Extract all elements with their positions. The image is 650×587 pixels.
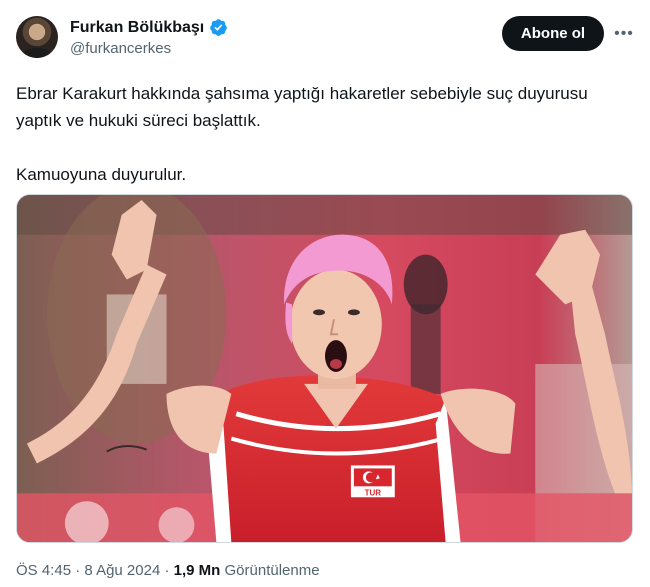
more-options-icon[interactable]: ••• <box>612 22 636 46</box>
tweet-meta: ÖS 4:45 · 8 Ağu 2024 · 1,9 Mn Görüntülen… <box>16 562 320 579</box>
author-handle[interactable]: @furkancerkes <box>70 40 171 57</box>
follow-button[interactable]: Abone ol <box>502 16 604 51</box>
photo-illustration: TUR <box>17 195 632 542</box>
verified-badge-icon <box>210 19 228 36</box>
avatar-shirt <box>22 48 52 58</box>
tweet-paragraph: Ebrar Karakurt hakkında şahsıma yaptığı … <box>16 84 588 130</box>
tweet-paragraph: Kamuoyuna duyurulur. <box>16 165 187 184</box>
jersey-text: TUR <box>365 488 382 497</box>
author-display-name[interactable]: Furkan Bölükbaşı <box>70 19 204 37</box>
tweet-photo[interactable]: TUR <box>16 194 633 543</box>
views-count: 1,9 Mn <box>173 562 221 579</box>
tweet-card: Furkan Bölükbaşı @furkancerkes Abone ol … <box>0 0 650 587</box>
tweet-text: Ebrar Karakurt hakkında şahsıma yaptığı … <box>16 80 626 188</box>
author-name-row: Furkan Bölükbaşı <box>70 18 228 37</box>
views-label: Görüntülenme <box>220 562 320 579</box>
avatar[interactable] <box>16 16 58 58</box>
tweet-date[interactable]: 8 Ağu 2024 <box>84 562 160 579</box>
meta-separator: · <box>160 562 174 579</box>
tweet-time[interactable]: ÖS 4:45 <box>16 562 71 579</box>
meta-separator: · <box>71 562 85 579</box>
